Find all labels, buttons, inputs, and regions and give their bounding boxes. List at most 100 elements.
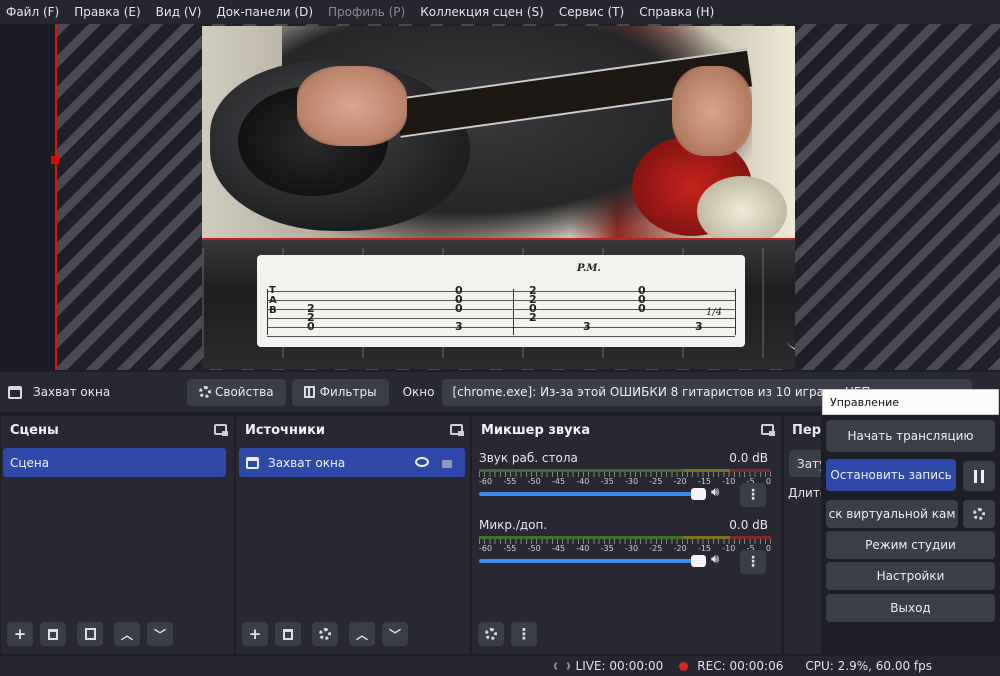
preview-canvas[interactable]: P.M. T A B 2 2 0 0 0 3 2 2 0 0 0 3 0 0 2…: [0, 24, 1000, 370]
scene-item[interactable]: Сцена: [3, 448, 226, 477]
controls-dock-title: Управление: [822, 389, 999, 415]
undock-icon[interactable]: [214, 424, 228, 436]
chevron-down-icon: ﹀: [153, 627, 166, 642]
scenes-toolbar: + ︿ ﹀: [1, 614, 234, 654]
studio-mode-button[interactable]: Режим студии: [826, 531, 995, 559]
visibility-eye-icon[interactable]: [415, 457, 429, 467]
menu-edit[interactable]: Правка (E): [74, 5, 140, 19]
tablature-card: P.M. T A B 2 2 0 0 0 3 2 2 0 0 0 3 0 0 2…: [257, 255, 745, 347]
scenes-dock: Сцены Сцена + ︿ ﹀: [1, 416, 234, 654]
menu-view[interactable]: Вид (V): [156, 5, 202, 19]
sources-title: Источники: [245, 423, 325, 438]
speaker-icon[interactable]: 🔊︎: [711, 485, 719, 500]
move-scene-up-button[interactable]: ︿: [114, 622, 140, 646]
settings-button[interactable]: Настройки: [826, 562, 995, 590]
menu-profile[interactable]: Профиль (P): [328, 5, 405, 19]
cpu-fps-readout: CPU: 2.9%, 60.00 fps: [805, 659, 932, 673]
source-item-label: Захват окна: [268, 455, 346, 470]
menu-scene-collection[interactable]: Коллекция сцен (S): [420, 5, 544, 19]
volume-slider-handle[interactable]: [691, 488, 706, 500]
start-virtual-camera-button[interactable]: ск виртуальной кам: [826, 500, 958, 528]
channel-menu-button[interactable]: ⋮: [740, 483, 766, 507]
remove-source-button[interactable]: [275, 622, 301, 646]
status-bar: LIVE: 00:00:00 REC: 00:00:06 CPU: 2.9%, …: [0, 656, 1000, 676]
remove-scene-button[interactable]: [40, 622, 66, 646]
lock-icon[interactable]: [442, 460, 452, 468]
tab-clef-b: B: [269, 305, 277, 316]
volume-slider-handle[interactable]: [691, 555, 706, 567]
channel-name: Звук раб. стола: [479, 451, 578, 465]
tab-note: 2: [529, 311, 537, 324]
mixer-title: Микшер звука: [481, 423, 591, 438]
exit-button[interactable]: Выход: [826, 594, 995, 622]
menu-bar: Файл (F) Правка (E) Вид (V) Док-панели (…: [0, 0, 1000, 24]
filters-button[interactable]: Фильтры: [291, 378, 389, 406]
add-scene-button[interactable]: +: [7, 622, 33, 646]
duration-label: Длите: [788, 486, 824, 500]
preview-left-margin: [0, 24, 56, 370]
captured-video-frame[interactable]: P.M. T A B 2 2 0 0 0 3 2 2 0 0 0 3 0 0 2…: [202, 26, 795, 369]
mixer-toolbar: ⋮: [472, 614, 781, 654]
tab-note: 0: [638, 302, 646, 315]
filter-icon: [84, 628, 96, 640]
tab-note: 3: [455, 320, 463, 333]
volume-slider[interactable]: [479, 492, 705, 496]
rec-timer: REC: 00:00:06: [697, 659, 784, 673]
menu-tools[interactable]: Сервис (T): [559, 5, 624, 19]
add-source-button[interactable]: +: [242, 622, 268, 646]
source-properties-button[interactable]: [312, 622, 338, 646]
menu-help[interactable]: Справка (H): [639, 5, 714, 19]
window-label: Окно: [402, 385, 435, 399]
pause-recording-button[interactable]: [963, 461, 995, 491]
volume-slider[interactable]: [479, 559, 705, 563]
channel-name: Микр./доп.: [479, 518, 548, 532]
virtual-camera-settings-button[interactable]: [963, 500, 995, 528]
selection-handle[interactable]: [51, 156, 59, 164]
move-scene-down-button[interactable]: ﹀: [147, 622, 173, 646]
tab-note: 0: [455, 302, 463, 315]
meter-scale: -60 -55 -50 -45 -40 -35 -30 -25 -20 -15 -10 -5 0: [479, 477, 771, 486]
scene-filters-button[interactable]: [77, 622, 103, 646]
chevron-up-icon: ︿: [355, 627, 368, 642]
speaker-icon[interactable]: 🔊︎: [711, 552, 719, 567]
menu-file[interactable]: Файл (F): [6, 5, 59, 19]
controls-dock: Начать трансляцию Остановить запись ск в…: [821, 416, 1000, 654]
channel-menu-button[interactable]: ⋮: [740, 550, 766, 574]
recording-dot-icon: [679, 661, 689, 671]
video-white-guitar: [697, 176, 787, 246]
advanced-audio-button[interactable]: [478, 622, 504, 646]
trash-icon: [283, 628, 293, 640]
window-capture-icon: [246, 456, 259, 469]
video-right-hand: [297, 66, 407, 146]
live-timer: LIVE: 00:00:00: [575, 659, 664, 673]
stop-recording-button[interactable]: Остановить запись: [826, 459, 956, 491]
move-source-up-button[interactable]: ︿: [349, 622, 375, 646]
tab-note: 3: [583, 320, 591, 333]
gears-icon: [485, 628, 497, 640]
transitions-title: Перех: [792, 423, 824, 438]
quarter-bend-label: 1/4: [706, 307, 723, 318]
pause-icon: [974, 469, 984, 483]
video-left-hand: [672, 66, 752, 156]
window-capture-icon: [8, 385, 22, 399]
live-signal-icon: [553, 660, 570, 672]
audio-mixer-dock: Микшер звука Звук раб. стола 0.0 dB -60-…: [472, 416, 781, 654]
filters-label: Фильтры: [319, 385, 377, 399]
transition-select[interactable]: Зату: [789, 450, 824, 477]
menu-docks[interactable]: Док-панели (D): [216, 5, 313, 19]
transitions-dock: Перех Зату Длите: [784, 416, 824, 654]
sources-dock: Источники Захват окна + ︿ ﹀: [236, 416, 470, 654]
palm-mute-label: P.M.: [577, 263, 601, 274]
meter-scale: -60 -55 -50 -45 -40 -35 -30 -25 -20 -15 -10 -5 0: [479, 544, 771, 553]
source-item[interactable]: Захват окна: [239, 448, 465, 477]
selected-source-name: Захват окна: [33, 385, 111, 399]
mixer-channel: Звук раб. стола 0.0 dB -60 -55 -50 -45 -40 -3…: [472, 445, 781, 512]
undock-icon[interactable]: [761, 424, 775, 436]
mixer-menu-button[interactable]: ⋮: [511, 622, 537, 646]
properties-button[interactable]: Свойства: [187, 378, 286, 406]
start-streaming-button[interactable]: Начать трансляцию: [826, 420, 995, 452]
undock-icon[interactable]: [450, 424, 464, 436]
properties-label: Свойства: [215, 385, 274, 399]
move-source-down-button[interactable]: ﹀: [382, 622, 408, 646]
chevron-up-icon: ︿: [120, 627, 133, 642]
